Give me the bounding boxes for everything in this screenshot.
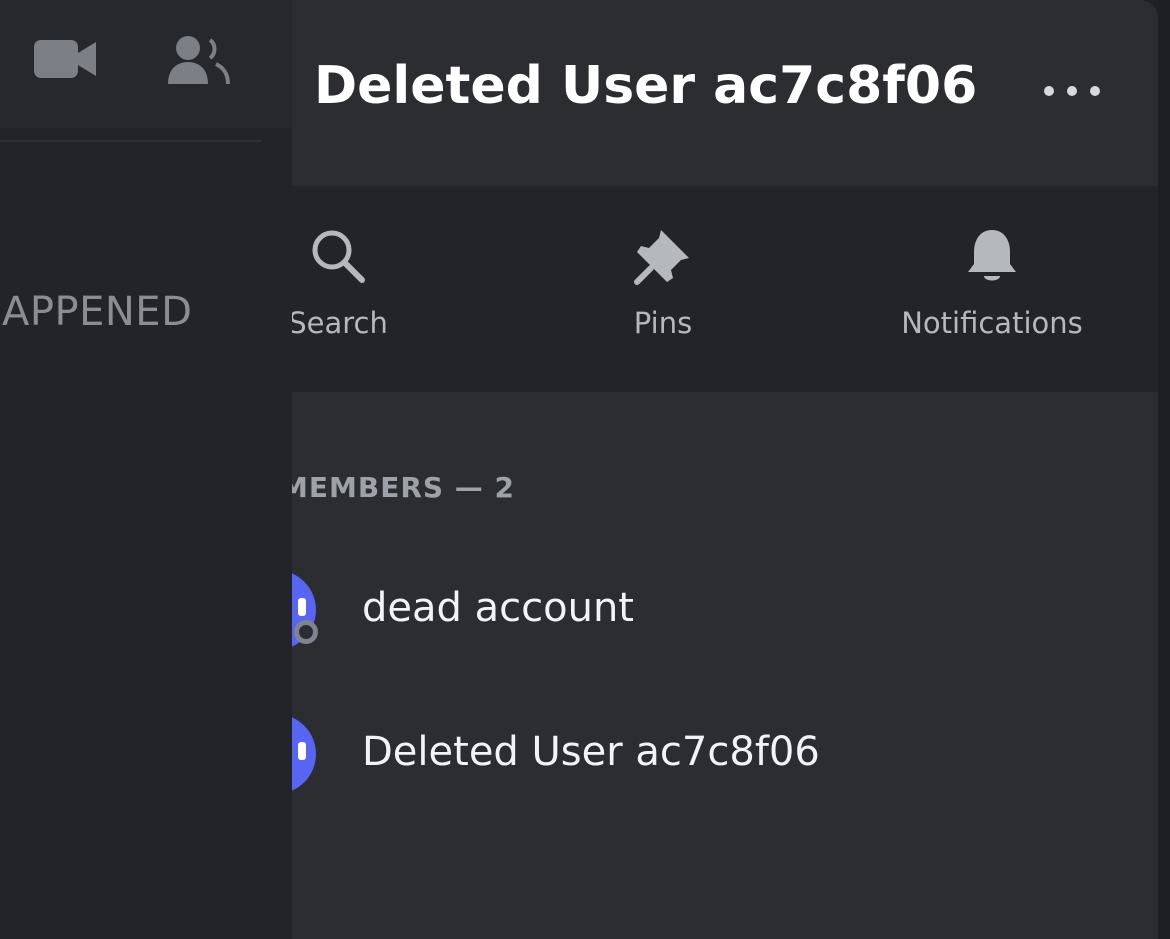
page-title: Deleted User ac7c8f06: [314, 56, 978, 116]
right-edge-strip: [1158, 0, 1170, 939]
app-window: APPENED Deleted User ac7c8f06 Search Pin…: [0, 0, 1170, 939]
video-camera-icon[interactable]: [34, 36, 98, 86]
pins-button[interactable]: Pins: [612, 224, 714, 340]
group-dm-info-panel: Deleted User ac7c8f06 Search Pins Notifi…: [292, 0, 1158, 939]
ellipsis-dot: [1090, 86, 1100, 96]
member-name: Deleted User ac7c8f06: [362, 729, 820, 775]
search-icon: [312, 230, 365, 283]
more-options-button[interactable]: [1044, 78, 1100, 104]
search-button[interactable]: Search: [292, 224, 388, 340]
avatar-glyph: [298, 742, 306, 760]
ellipsis-icon: [1044, 86, 1054, 96]
pin-icon: [634, 230, 689, 285]
member-list-item[interactable]: dead account: [292, 570, 1152, 670]
member-name: dead account: [362, 585, 634, 631]
member-list-item[interactable]: Deleted User ac7c8f06: [292, 714, 1152, 814]
ellipsis-dot: [1067, 86, 1077, 96]
bell-icon: [968, 230, 1016, 281]
left-channel-text: APPENED: [2, 289, 193, 335]
left-divider: [0, 140, 262, 142]
quick-actions-bar: Search Pins Notifications: [292, 186, 1158, 392]
notifications-label: Notifications: [901, 306, 1083, 340]
members-section-title: MEMBERS — 2: [292, 471, 516, 504]
offline-status-icon: [294, 620, 318, 644]
search-label: Search: [292, 306, 388, 340]
left-panel: APPENED: [0, 0, 292, 939]
notifications-button[interactable]: Notifications: [890, 224, 1094, 340]
avatar-glyph: [298, 598, 306, 616]
pins-label: Pins: [633, 306, 693, 340]
avatar: [292, 714, 316, 794]
people-icon[interactable]: [166, 34, 232, 92]
